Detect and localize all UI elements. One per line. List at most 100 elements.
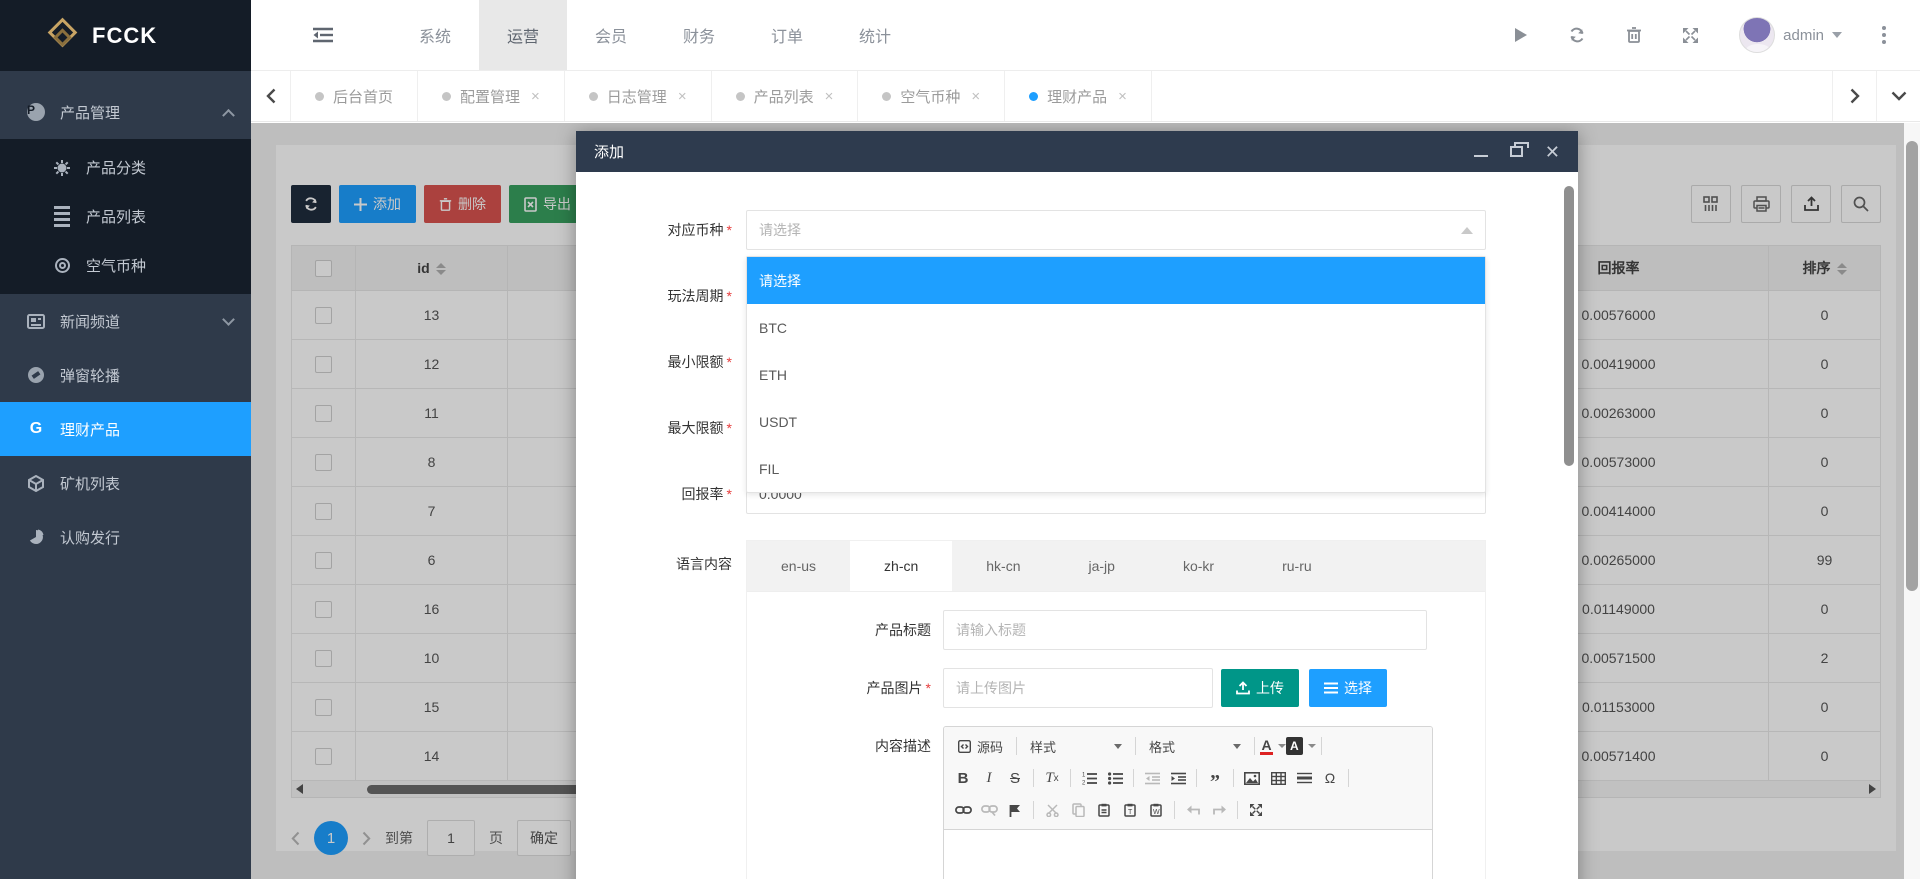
table-icon[interactable]: [1265, 765, 1291, 791]
tab-close-icon[interactable]: ×: [1118, 88, 1127, 105]
modal-vscroll-thumb[interactable]: [1564, 186, 1574, 466]
topbar: 系统 运营 会员 财务 订单 统计: [251, 0, 1920, 71]
tabs-scroll-right-icon[interactable]: [1832, 71, 1876, 121]
currency-select[interactable]: 请选择: [746, 210, 1486, 250]
paste-text-icon[interactable]: T: [1117, 797, 1143, 823]
editor-content-area[interactable]: [944, 830, 1432, 879]
tab-config[interactable]: 配置管理 ×: [418, 71, 565, 121]
sidebar-item-product-category[interactable]: 产品分类: [0, 143, 251, 192]
tab-logs[interactable]: 日志管理 ×: [565, 71, 712, 121]
lang-tab-en-us[interactable]: en-us: [747, 541, 850, 591]
tabbar: 后台首页 配置管理 × 日志管理 × 产品列表 × 空气币种 ×: [251, 71, 1920, 122]
bold-icon[interactable]: B: [950, 765, 976, 791]
topnav-item-operation[interactable]: 运营: [479, 0, 567, 70]
tab-close-icon[interactable]: ×: [678, 88, 687, 105]
italic-icon[interactable]: I: [976, 765, 1002, 791]
tab-close-icon[interactable]: ×: [825, 88, 834, 105]
language-tabs-panel: en-us zh-cn hk-cn ja-jp ko-kr ru-ru 产品标题: [746, 540, 1486, 879]
remove-format-icon[interactable]: Tx: [1039, 765, 1065, 791]
dropdown-option[interactable]: USDT: [747, 398, 1485, 445]
blockquote-icon[interactable]: ”: [1202, 765, 1228, 791]
tab-dot: [1029, 92, 1038, 101]
image-icon[interactable]: [1239, 765, 1265, 791]
content: 添加 删除 导出: [251, 123, 1920, 879]
product-image-input[interactable]: [943, 668, 1213, 708]
modal-vertical-scrollbar[interactable]: [1564, 174, 1574, 879]
undo-icon[interactable]: [1180, 797, 1206, 823]
product-title-input[interactable]: [943, 610, 1427, 650]
indent-icon[interactable]: [1165, 765, 1191, 791]
sidebar-item-subscription-issue[interactable]: 认购发行: [0, 510, 251, 564]
anchor-icon[interactable]: [1002, 797, 1028, 823]
sidebar-item-popup-carousel[interactable]: 弹窗轮播: [0, 348, 251, 402]
lang-tab-ko-kr[interactable]: ko-kr: [1149, 541, 1248, 591]
minimize-icon[interactable]: [1474, 147, 1488, 157]
user-caret-icon: [1832, 32, 1842, 38]
strikethrough-icon[interactable]: S: [1002, 765, 1028, 791]
newspaper-icon: [26, 311, 46, 331]
horizontal-rule-icon[interactable]: [1291, 765, 1317, 791]
link-icon[interactable]: [950, 797, 976, 823]
lang-tab-ja-jp[interactable]: ja-jp: [1055, 541, 1149, 591]
topnav-item-order[interactable]: 订单: [743, 0, 831, 70]
more-vertical-icon[interactable]: [1882, 26, 1886, 44]
brand: FCCK: [0, 0, 251, 71]
trash-icon[interactable]: [1626, 26, 1642, 44]
sidebar-item-air-coin[interactable]: 空气币种: [0, 241, 251, 290]
user-menu[interactable]: admin: [1739, 17, 1842, 53]
tab-product-list[interactable]: 产品列表 ×: [712, 71, 859, 121]
content-scrollbar[interactable]: [1904, 123, 1920, 879]
close-icon[interactable]: ✕: [1545, 143, 1560, 161]
sidebar-item-product-management[interactable]: P 产品管理: [0, 85, 251, 139]
cut-icon[interactable]: [1039, 797, 1065, 823]
maximize-icon[interactable]: [1243, 797, 1269, 823]
sidebar-item-wealth-product[interactable]: G 理财产品: [0, 402, 251, 456]
format-combo[interactable]: 格式: [1141, 733, 1249, 759]
lang-tab-hk-cn[interactable]: hk-cn: [952, 541, 1054, 591]
paste-icon[interactable]: [1091, 797, 1117, 823]
tabs-scroll-left-icon[interactable]: [251, 71, 291, 121]
redo-icon[interactable]: [1206, 797, 1232, 823]
tab-close-icon[interactable]: ×: [531, 88, 540, 105]
source-icon[interactable]: 源码: [950, 733, 1011, 759]
unlink-icon[interactable]: [976, 797, 1002, 823]
topnav-item-finance[interactable]: 财务: [655, 0, 743, 70]
tab-air-coin[interactable]: 空气币种 ×: [858, 71, 1005, 121]
fullscreen-icon[interactable]: [1682, 27, 1699, 44]
style-combo[interactable]: 样式: [1022, 733, 1130, 759]
copy-icon[interactable]: [1065, 797, 1091, 823]
currency-dropdown: 请选择 BTC ETH USDT FIL: [746, 256, 1486, 493]
refresh-icon[interactable]: [1568, 26, 1586, 44]
unordered-list-icon[interactable]: [1102, 765, 1128, 791]
text-color-icon[interactable]: A: [1260, 733, 1286, 759]
tab-close-icon[interactable]: ×: [971, 88, 980, 105]
sidebar-toggle-icon[interactable]: [313, 27, 333, 43]
coin-icon: [52, 256, 72, 276]
bg-color-icon[interactable]: A: [1286, 733, 1316, 759]
dropdown-option[interactable]: BTC: [747, 304, 1485, 351]
sidebar-item-news-channel[interactable]: 新闻频道: [0, 294, 251, 348]
topnav-item-statistics[interactable]: 统计: [831, 0, 919, 70]
tab-wealth-product[interactable]: 理财产品 ×: [1005, 71, 1152, 121]
sidebar-menu: P 产品管理 产品分类 产品列表 空气币种: [0, 71, 251, 564]
topnav-item-member[interactable]: 会员: [567, 0, 655, 70]
paste-word-icon[interactable]: W: [1143, 797, 1169, 823]
special-char-icon[interactable]: Ω: [1317, 765, 1343, 791]
play-icon[interactable]: [1514, 27, 1528, 43]
choose-button[interactable]: 选择: [1309, 669, 1387, 707]
tab-home[interactable]: 后台首页: [291, 71, 418, 121]
upload-button[interactable]: 上传: [1221, 669, 1299, 707]
lang-tab-zh-cn[interactable]: zh-cn: [850, 541, 952, 591]
topnav-item-system[interactable]: 系统: [391, 0, 479, 70]
outdent-icon[interactable]: [1139, 765, 1165, 791]
dropdown-option[interactable]: 请选择: [747, 257, 1485, 304]
dropdown-option[interactable]: FIL: [747, 445, 1485, 492]
content-scrollbar-thumb[interactable]: [1906, 141, 1918, 591]
sidebar-item-product-list[interactable]: 产品列表: [0, 192, 251, 241]
ordered-list-icon[interactable]: 12: [1076, 765, 1102, 791]
tabs-menu-icon[interactable]: [1876, 71, 1920, 121]
dropdown-option[interactable]: ETH: [747, 351, 1485, 398]
maximize-icon[interactable]: [1510, 146, 1523, 157]
lang-tab-ru-ru[interactable]: ru-ru: [1248, 541, 1346, 591]
sidebar-item-miner-list[interactable]: 矿机列表: [0, 456, 251, 510]
